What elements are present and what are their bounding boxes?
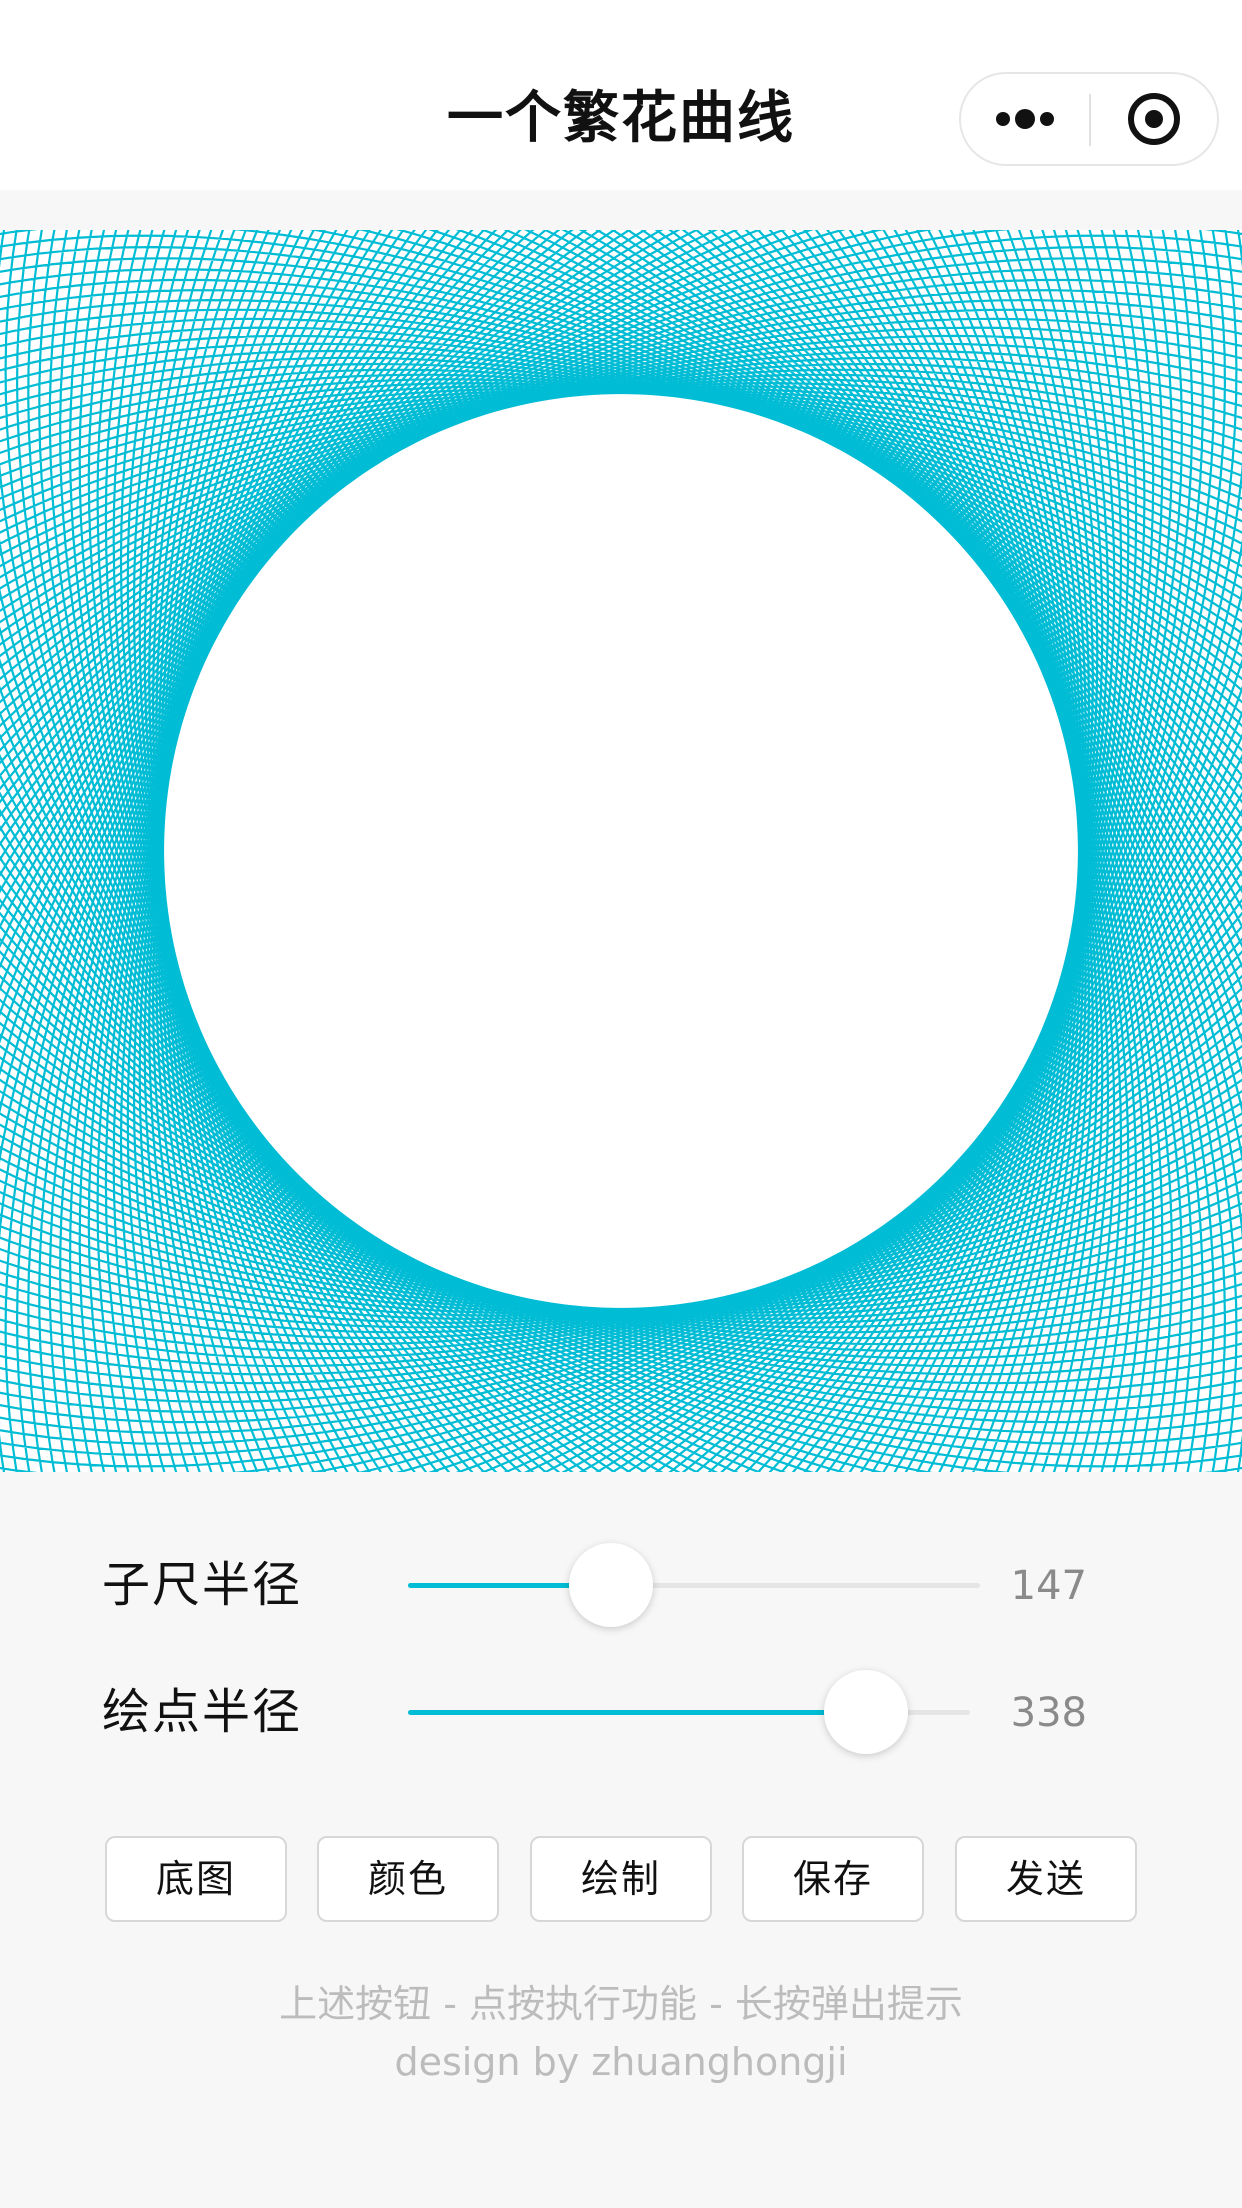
more-button[interactable] <box>961 74 1089 164</box>
spirograph-curve <box>0 230 1242 1472</box>
slider-track[interactable] <box>408 1543 980 1627</box>
action-buttons: 底图 颜色 绘制 保存 发送 <box>0 1836 1242 1924</box>
slider-value: 147 <box>1010 1563 1087 1609</box>
menu-capsule <box>959 72 1219 166</box>
target-circle-icon <box>1128 93 1180 145</box>
slider-row-point-radius: 绘点半径 338 <box>0 1662 1242 1762</box>
footer-credit: design by zhuanghongji <box>394 2040 848 2084</box>
slider-thumb[interactable] <box>569 1543 654 1627</box>
spirograph-canvas[interactable] <box>0 230 1242 1472</box>
spirograph-drawing <box>0 230 1242 1472</box>
color-button[interactable]: 颜色 <box>317 1836 499 1922</box>
slider-value: 338 <box>1010 1690 1087 1736</box>
slider-label: 子尺半径 <box>102 1557 303 1613</box>
save-button[interactable]: 保存 <box>742 1836 924 1922</box>
footer-hint: 上述按钮 - 点按执行功能 - 长按弹出提示 <box>279 1982 963 2026</box>
more-dots-icon <box>996 109 1054 129</box>
close-button[interactable] <box>1091 74 1217 164</box>
slider-track[interactable] <box>408 1670 970 1754</box>
slider-fill <box>408 1710 867 1715</box>
slider-row-child-radius: 子尺半径 147 <box>0 1535 1242 1635</box>
slider-thumb[interactable] <box>824 1670 909 1754</box>
draw-button[interactable]: 绘制 <box>530 1836 712 1922</box>
navigation-bar: 一个繁花曲线 <box>0 0 1242 190</box>
slider-label: 绘点半径 <box>102 1684 303 1740</box>
app-root: 一个繁花曲线 子尺半径 147 绘点半径 338 底图 颜色 绘制 保存 发送 … <box>0 0 1242 2208</box>
send-button[interactable]: 发送 <box>955 1836 1137 1922</box>
base-image-button[interactable]: 底图 <box>105 1836 287 1922</box>
